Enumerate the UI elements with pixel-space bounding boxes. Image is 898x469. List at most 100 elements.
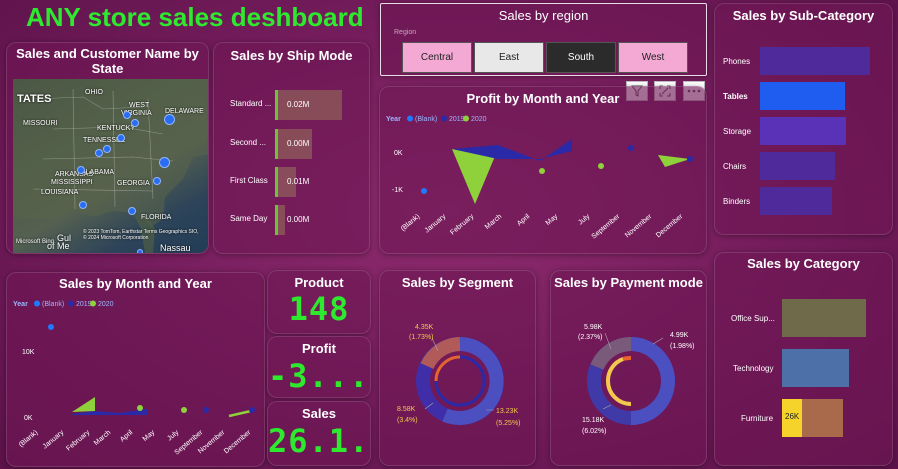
subcategory-bar[interactable] (760, 152, 835, 180)
ship-mode-value: 0.00M (287, 139, 310, 148)
product-kpi-card: Product 148 (267, 270, 371, 334)
sales_month_chart-legend-label[interactable]: (Blank) (42, 301, 64, 308)
map-label: TATES (17, 93, 52, 105)
x-axis-label: May (142, 429, 157, 443)
sales-legend-title: Year (13, 301, 28, 308)
product-kpi-value: 148 (288, 290, 350, 328)
sales-month-chart[interactable]: Year (Blank) 2019 2020 10K 0K (Blank) Janua… (7, 273, 265, 467)
segment-slice-large[interactable] (442, 337, 504, 425)
sales_month_chart-legend-label[interactable]: 2020 (98, 301, 114, 308)
map-point[interactable] (128, 207, 136, 215)
subcategory-label: Chairs (723, 162, 747, 171)
region-option-west[interactable]: West (618, 42, 688, 73)
sales_month_chart-legend-label[interactable]: 2019 (76, 301, 92, 308)
x-axis-label: December (655, 213, 685, 240)
profit_chart-legend-label[interactable]: 2019 (449, 116, 465, 123)
segment-donut-chart[interactable]: 4.35K (1.73%) 8.58K (3.4%) 13.23K (5.25%… (380, 271, 536, 466)
map-label: GEORGIA (117, 180, 150, 187)
subcategory-title: Sales by Sub-Category (732, 8, 875, 23)
map-point[interactable] (131, 119, 139, 127)
state-map[interactable]: TATES OHIO WEST VIRGINIA MISSOURI KENTUCKY DEL… (13, 79, 208, 253)
map-point[interactable] (153, 177, 161, 185)
region-option-central[interactable]: Central (402, 42, 472, 73)
sales-point-2020[interactable] (137, 405, 143, 411)
ship-mode-bar[interactable] (275, 205, 285, 235)
ship-mode-value: 0.01M (287, 177, 310, 186)
map-logo: Microsoft Bing (16, 239, 55, 245)
map-point[interactable] (137, 249, 143, 253)
x-axis-label: July (166, 429, 180, 443)
payment-label-1-value: 4.99K (670, 332, 689, 339)
subcategory-label: Binders (723, 197, 751, 206)
profit-2020-area-end (658, 155, 690, 167)
subcategory-bar[interactable] (760, 187, 832, 215)
ship-mode-bar-fill (275, 90, 278, 120)
profit-point-blank[interactable] (421, 188, 427, 194)
x-axis-label: November (624, 213, 654, 240)
profit-y-tick-0: 0K (394, 150, 403, 157)
product-kpi-label: Product (294, 275, 344, 290)
subcategory-bar[interactable] (760, 47, 870, 75)
sales-kpi-card: Sales 26.1... (267, 401, 371, 466)
profit_chart-legend-label[interactable]: (Blank) (415, 116, 437, 123)
region-slicer-title: Sales by region (498, 8, 589, 23)
profit-point-2020[interactable] (539, 168, 545, 174)
sales-y-tick-1: 0K (24, 415, 33, 422)
segment-label-2-value: 13.23K (496, 408, 519, 415)
category-bar[interactable]: 26K (782, 399, 843, 437)
map-point[interactable] (95, 149, 103, 157)
region-option-east[interactable]: East (474, 42, 544, 73)
map-label: WEST (129, 102, 150, 109)
map-point[interactable] (77, 166, 85, 174)
map-point[interactable] (159, 157, 170, 168)
map-point[interactable] (103, 145, 111, 153)
region-field-label: Region (394, 29, 417, 36)
segment-label-1-pct: (3.4%) (397, 417, 418, 424)
profit_chart-legend-marker (463, 115, 469, 122)
category-label: Office Sup... (731, 314, 775, 323)
ship-mode-label: Standard ... (230, 99, 272, 108)
segment-card: Sales by Segment 4.35K (1.73%) 8.58K (3.… (379, 270, 536, 466)
sales-point-2020[interactable] (181, 407, 187, 413)
map-label: MISSOURI (23, 120, 58, 127)
subcategory-bar[interactable] (760, 117, 846, 145)
sales-month-card: Sales by Month and Year Year (Blank) 2019… (6, 272, 265, 467)
segment-inner-accent (434, 355, 461, 382)
subcategory-bar[interactable] (760, 82, 845, 110)
sales-point-2019[interactable] (203, 407, 209, 413)
map-label: Nassau (160, 243, 191, 253)
segment-label-0-pct: (1.73%) (409, 334, 434, 341)
category-bar[interactable] (782, 349, 849, 387)
sales_month_chart-legend-marker (68, 300, 74, 307)
payment-slice-a[interactable] (630, 337, 676, 425)
map-label: OHIO (85, 89, 103, 96)
map-point[interactable] (117, 134, 125, 142)
map-label: LOUISIANA (41, 189, 79, 196)
dashboard-title: ANY store sales deshboard (26, 2, 364, 32)
region-option-south[interactable]: South (546, 42, 616, 73)
x-axis-label: January (424, 213, 448, 235)
map-label: ALABAMA (81, 169, 115, 176)
profit-chart[interactable]: Year (Blank) 2019 2020 0K -1K (Blank) Janua… (380, 87, 707, 254)
x-axis-label: April (516, 213, 532, 228)
map-point[interactable] (79, 201, 87, 209)
payment-label-2-pct: (6.02%) (582, 428, 607, 435)
profit-point-2019[interactable] (687, 156, 693, 162)
profit-point-2020[interactable] (598, 163, 604, 169)
payment-donut-chart[interactable]: 5.98K (2.37%) 4.99K (1.98%) 15.18K (6.02… (551, 271, 707, 466)
sales-point-2019[interactable] (249, 407, 255, 413)
map-point[interactable] (164, 114, 175, 125)
map-point[interactable] (123, 111, 131, 119)
x-axis-label: February (65, 429, 91, 453)
profit_chart-legend-label[interactable]: 2020 (471, 116, 487, 123)
ship-mode-label: Same Day (230, 214, 268, 223)
category-bar[interactable] (782, 299, 866, 337)
ship-mode-card: Sales by Ship Mode Standard ... 0.02M Seco… (213, 42, 370, 254)
sales-2020-line (228, 409, 252, 418)
payment-label-2-value: 15.18K (582, 417, 605, 424)
profit-point-2019[interactable] (628, 145, 634, 151)
ship-mode-value: 0.00M (287, 215, 310, 224)
sales-point-blank[interactable] (48, 324, 54, 330)
x-axis-label: September (591, 213, 622, 241)
map-attribution: © 2023 TomTom, Earthstar Terms Geographi… (83, 229, 199, 241)
